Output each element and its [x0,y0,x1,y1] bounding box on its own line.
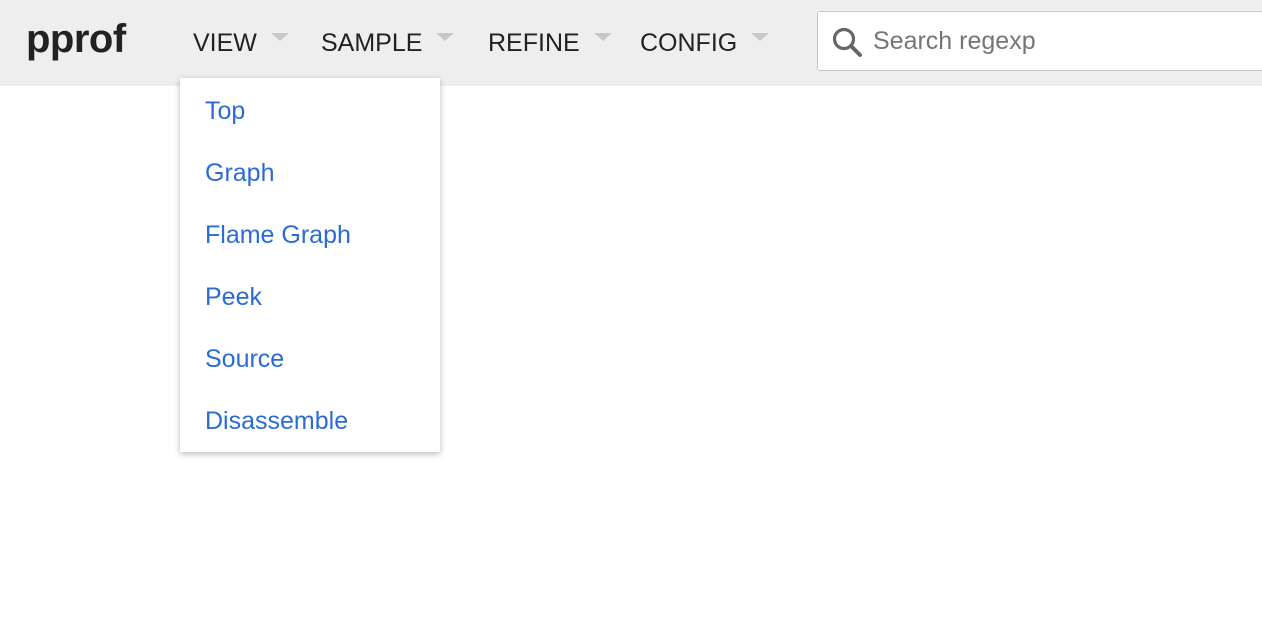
chevron-down-icon [436,33,455,41]
chevron-down-icon [270,33,289,41]
header-bar: pprof VIEW SAMPLE REFINE CONFIG [0,0,1262,86]
menu-item-top[interactable]: Top [180,95,440,157]
search-icon [832,27,862,57]
app-logo[interactable]: pprof [26,14,126,64]
menu-item-graph[interactable]: Graph [180,157,440,219]
menu-config-label: CONFIG [640,29,738,57]
menu-item-peek[interactable]: Peek [180,281,440,343]
search-input[interactable] [873,21,1253,61]
view-dropdown-menu: Top Graph Flame Graph Peek Source Disass… [180,78,440,452]
menu-item-disassemble[interactable]: Disassemble [180,405,440,467]
menu-sample[interactable]: SAMPLE [321,26,455,60]
menu-view-label: VIEW [193,29,257,57]
menu-refine-label: REFINE [488,29,580,57]
chevron-down-icon [593,33,612,41]
menu-refine[interactable]: REFINE [488,26,612,60]
menu-item-flame-graph[interactable]: Flame Graph [180,219,440,281]
menu-config[interactable]: CONFIG [640,26,770,60]
menu-view[interactable]: VIEW [193,26,289,60]
menu-sample-label: SAMPLE [321,29,423,57]
menu-item-source[interactable]: Source [180,343,440,405]
chevron-down-icon [751,33,770,41]
search-box[interactable] [817,11,1262,71]
